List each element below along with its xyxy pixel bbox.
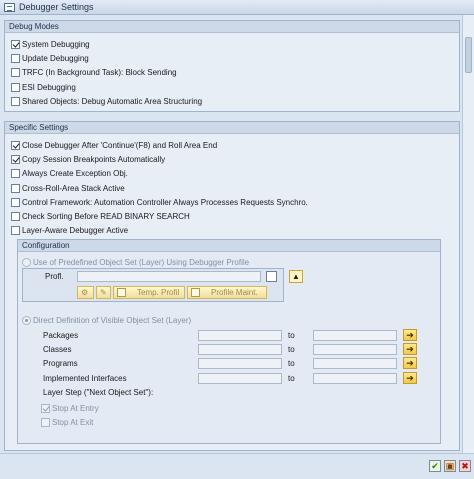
- check-sorting-label: Check Sorting Before READ BINARY SEARCH: [22, 211, 190, 221]
- system-debugging-option[interactable]: System Debugging: [11, 38, 90, 50]
- layer-aware-option[interactable]: Layer-Aware Debugger Active: [11, 224, 128, 236]
- exception-obj-option[interactable]: Always Create Exception Obj.: [11, 167, 128, 179]
- programs-from-input[interactable]: [198, 358, 282, 369]
- profile-maint-button[interactable]: Profile Maint.: [187, 286, 267, 299]
- programs-arrow-button[interactable]: ➔: [403, 357, 417, 369]
- classes-arrow-button[interactable]: ➔: [403, 343, 417, 355]
- tool-icon-button[interactable]: ⚙: [77, 286, 94, 299]
- close-debugger-checkbox[interactable]: [11, 140, 20, 150]
- system-debugging-label: System Debugging: [22, 39, 90, 49]
- profile-maint-label: Profile Maint.: [211, 288, 258, 297]
- shared-objects-option[interactable]: Shared Objects: Debug Automatic Area Str…: [11, 95, 202, 107]
- update-debugging-option[interactable]: Update Debugging: [11, 52, 89, 64]
- trfc-label: TRFC (In Background Task): Block Sending: [22, 67, 177, 77]
- pencil-icon-button[interactable]: ✎: [96, 286, 111, 299]
- esi-debugging-option[interactable]: ESI Debugging: [11, 81, 76, 93]
- temp-profil-label: Temp. Profil: [137, 288, 180, 297]
- exception-obj-label: Always Create Exception Obj.: [22, 168, 128, 178]
- classes-from-input[interactable]: [198, 344, 282, 355]
- stop-at-entry-checkbox[interactable]: [41, 403, 50, 413]
- update-debugging-checkbox[interactable]: [11, 53, 20, 63]
- exception-obj-checkbox[interactable]: [11, 168, 20, 178]
- cross-roll-area-label: Cross-Roll-Area Stack Active: [22, 183, 125, 193]
- stop-at-exit-checkbox[interactable]: [41, 417, 50, 427]
- check-sorting-checkbox[interactable]: [11, 211, 20, 221]
- control-framework-option[interactable]: Control Framework: Automation Controller…: [11, 196, 308, 208]
- classes-to-input[interactable]: [313, 344, 397, 355]
- system-debugging-checkbox[interactable]: [11, 39, 20, 49]
- profile-label: Profl.: [45, 272, 64, 281]
- classes-label: Classes: [43, 345, 72, 354]
- predefined-object-set-option[interactable]: Use of Predefined Object Set (Layer) Usi…: [22, 256, 249, 268]
- close-debugger-option[interactable]: Close Debugger After 'Continue'(F8) and …: [11, 139, 217, 151]
- copy-breakpoints-checkbox[interactable]: [11, 154, 20, 164]
- copy-breakpoints-option[interactable]: Copy Session Breakpoints Automatically: [11, 153, 165, 165]
- layer-step-label: Layer Step ("Next Object Set"):: [43, 388, 154, 397]
- control-framework-checkbox[interactable]: [11, 197, 20, 207]
- packages-arrow-button[interactable]: ➔: [403, 329, 417, 341]
- control-framework-label: Control Framework: Automation Controller…: [22, 197, 308, 207]
- interfaces-to-label: to: [288, 374, 295, 383]
- predefined-object-set-radio[interactable]: [22, 257, 31, 267]
- profile-panel: Profl. ⚙ ✎ Temp. Profil Profile Maint.: [22, 268, 284, 302]
- cross-roll-area-checkbox[interactable]: [11, 183, 20, 193]
- stop-at-entry-label: Stop At Entry: [52, 403, 99, 413]
- direct-definition-label: Direct Definition of Visible Object Set …: [33, 315, 192, 325]
- window-icon: [4, 2, 15, 12]
- copy-icon[interactable]: [266, 271, 277, 282]
- layer-aware-label: Layer-Aware Debugger Active: [22, 225, 129, 235]
- packages-label: Packages: [43, 331, 79, 340]
- packages-to-label: to: [288, 331, 295, 340]
- footer-bar: [0, 453, 474, 479]
- packages-to-input[interactable]: [313, 330, 397, 341]
- window-title: Debugger Settings: [19, 2, 94, 12]
- stop-at-exit-label: Stop At Exit: [52, 417, 94, 427]
- classes-to-label: to: [288, 345, 295, 354]
- interfaces-to-input[interactable]: [313, 373, 397, 384]
- trfc-option[interactable]: TRFC (In Background Task): Block Sending: [11, 66, 177, 78]
- debug-modes-title: Debug Modes: [5, 21, 459, 33]
- stop-at-entry-option[interactable]: Stop At Entry: [41, 402, 99, 414]
- trfc-checkbox[interactable]: [11, 67, 20, 77]
- layer-aware-checkbox[interactable]: [11, 225, 20, 235]
- check-icon[interactable]: ✔: [429, 460, 441, 472]
- programs-to-input[interactable]: [313, 358, 397, 369]
- programs-label: Programs: [43, 359, 78, 368]
- specific-settings-group: Specific Settings Close Debugger After '…: [4, 121, 460, 451]
- shared-objects-checkbox[interactable]: [11, 96, 20, 106]
- shared-objects-label: Shared Objects: Debug Automatic Area Str…: [22, 96, 203, 106]
- picture-icon[interactable]: ▲: [289, 270, 303, 283]
- debug-modes-group: Debug Modes System Debugging Update Debu…: [4, 20, 460, 112]
- close-debugger-label: Close Debugger After 'Continue'(F8) and …: [22, 140, 218, 150]
- vertical-scrollbar[interactable]: [462, 15, 474, 453]
- copy-breakpoints-label: Copy Session Breakpoints Automatically: [22, 154, 166, 164]
- interfaces-from-input[interactable]: [198, 373, 282, 384]
- profile-input[interactable]: [77, 271, 261, 282]
- configuration-group: Configuration Use of Predefined Object S…: [17, 239, 441, 444]
- update-debugging-label: Update Debugging: [22, 53, 89, 63]
- temp-profil-button[interactable]: Temp. Profil: [113, 286, 185, 299]
- direct-definition-radio[interactable]: [22, 315, 31, 325]
- esi-debugging-label: ESI Debugging: [22, 82, 76, 92]
- stop-at-exit-option[interactable]: Stop At Exit: [41, 416, 93, 428]
- specific-settings-title: Specific Settings: [5, 122, 459, 134]
- scrollbar-thumb[interactable]: [465, 37, 472, 73]
- esi-debugging-checkbox[interactable]: [11, 82, 20, 92]
- save-icon[interactable]: ▣: [444, 460, 456, 472]
- document-icon: [117, 288, 126, 297]
- configuration-title: Configuration: [18, 240, 440, 252]
- settings-icon: [191, 288, 200, 297]
- title-bar: Debugger Settings: [0, 0, 474, 15]
- programs-to-label: to: [288, 359, 295, 368]
- packages-from-input[interactable]: [198, 330, 282, 341]
- direct-definition-option[interactable]: Direct Definition of Visible Object Set …: [22, 314, 191, 326]
- interfaces-label: Implemented Interfaces: [43, 374, 127, 383]
- interfaces-arrow-button[interactable]: ➔: [403, 372, 417, 384]
- cross-roll-area-option[interactable]: Cross-Roll-Area Stack Active: [11, 182, 125, 194]
- predefined-object-set-label: Use of Predefined Object Set (Layer) Usi…: [33, 257, 250, 267]
- close-icon[interactable]: ✖: [459, 460, 471, 472]
- check-sorting-option[interactable]: Check Sorting Before READ BINARY SEARCH: [11, 210, 190, 222]
